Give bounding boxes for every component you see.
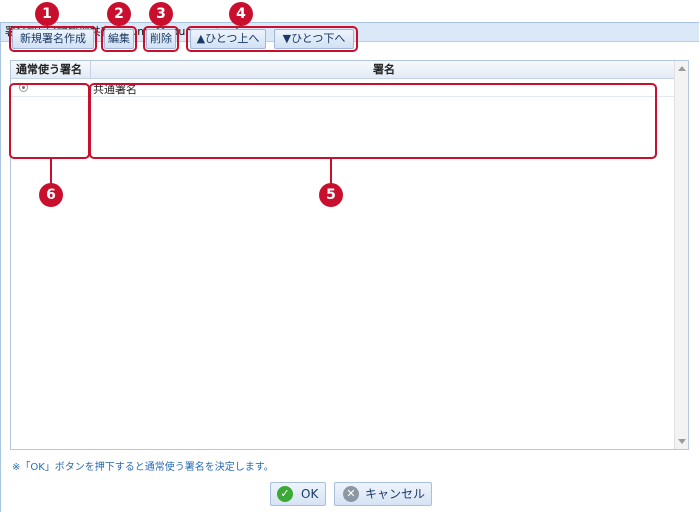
edit-button[interactable]: 編集 (104, 29, 134, 49)
ok-note: ※「OK」ボタンを押下すると通常使う署名を決定します。 (12, 462, 274, 473)
callout-badge-2: 2 (107, 2, 131, 26)
check-icon: ✓ (277, 486, 293, 502)
callout-line-6 (50, 158, 52, 184)
callout-badge-4: 4 (229, 2, 253, 26)
column-header-name[interactable]: 署名 (373, 61, 395, 78)
move-down-button[interactable]: ▼ひとつ下へ (274, 29, 354, 49)
default-signature-radio[interactable] (19, 83, 28, 92)
scroll-up-icon[interactable] (678, 66, 686, 71)
vertical-scrollbar[interactable] (674, 61, 688, 449)
new-signature-button[interactable]: 新規署名作成 (12, 29, 94, 49)
cancel-label: キャンセル (365, 487, 426, 501)
ok-label: OK (301, 487, 319, 501)
scroll-down-icon[interactable] (678, 439, 686, 444)
callout-line-5 (330, 158, 332, 184)
callout-badge-1: 1 (35, 2, 59, 26)
column-header-default[interactable]: 通常使う署名 (16, 61, 82, 78)
radio-dot-icon (22, 86, 25, 89)
delete-button[interactable]: 削除 (146, 29, 176, 49)
callout-badge-3: 3 (149, 2, 173, 26)
ok-button[interactable]: ✓ OK (270, 482, 326, 506)
move-up-button[interactable]: ▲ひとつ上へ (190, 29, 266, 49)
callout-badge-5: 5 (319, 183, 343, 207)
signature-name: 共通署名 (93, 83, 137, 96)
table-row[interactable]: 共通署名 (11, 79, 675, 97)
cancel-x-icon: ✕ (343, 486, 359, 502)
cancel-button[interactable]: ✕ キャンセル (334, 482, 432, 506)
signature-grid: 通常使う署名 署名 共通署名 (10, 60, 689, 450)
callout-badge-6: 6 (39, 183, 63, 207)
grid-header: 通常使う署名 署名 (11, 61, 688, 79)
